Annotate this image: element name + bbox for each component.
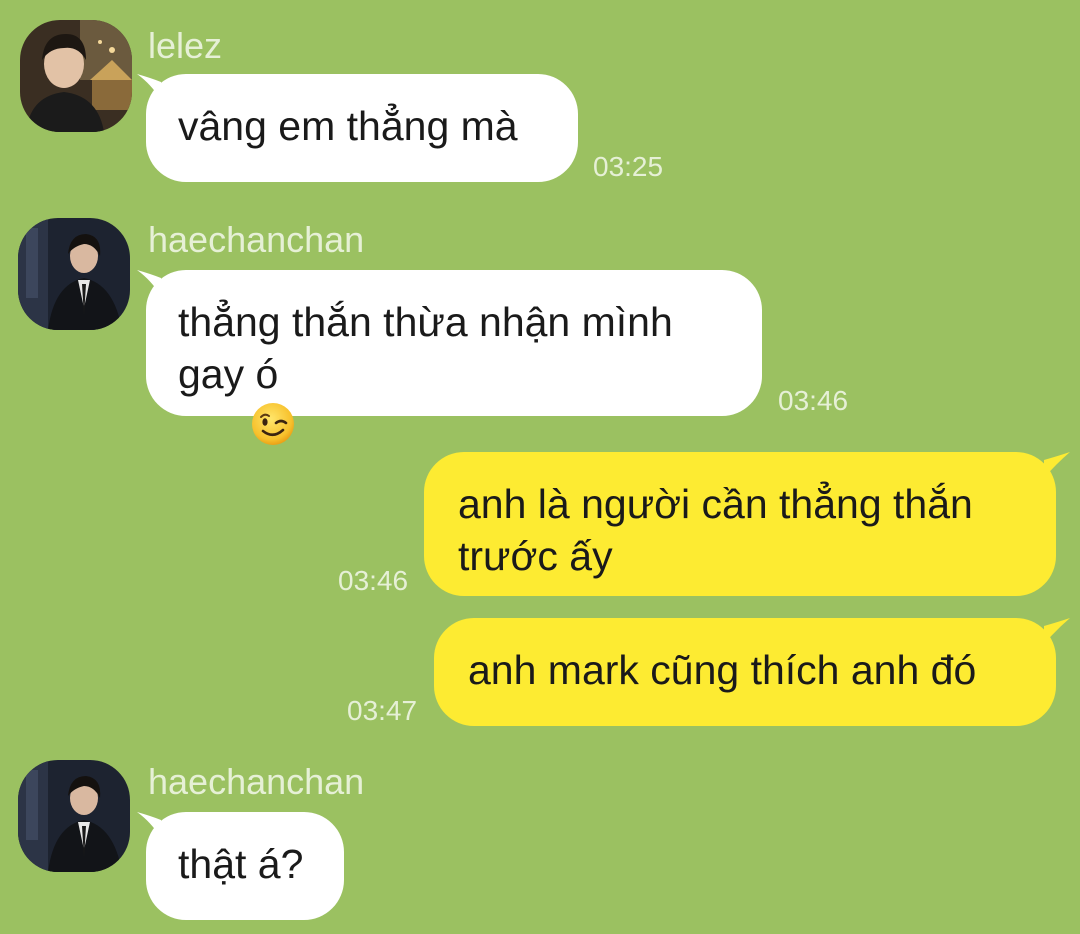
sender-name: haechanchan	[148, 761, 365, 802]
message-timestamp: 03:25	[593, 151, 664, 182]
avatar-haechanchan[interactable]	[18, 760, 130, 872]
bubble-tail	[1044, 452, 1070, 478]
message-text-line: anh là người cần thẳng thắn	[458, 481, 973, 527]
message-text: thật á?	[178, 841, 304, 887]
message-timestamp: 03:46	[338, 565, 409, 596]
message-text-line: gay ó	[178, 351, 279, 397]
message-bubble-incoming[interactable]: vâng em thẳng mà	[146, 74, 578, 182]
sender-name: haechanchan	[148, 219, 365, 260]
sender-name: lelez	[148, 25, 223, 66]
message-text-line: trước ấy	[458, 533, 613, 579]
message-bubble-incoming[interactable]: thẳng thắn thừa nhận mình gay ó	[146, 270, 762, 445]
avatar-lelez[interactable]	[20, 20, 132, 132]
bubble-tail	[1044, 618, 1070, 644]
message-bubble-incoming[interactable]: thật á?	[146, 812, 344, 920]
message-text-line: thẳng thắn thừa nhận mình	[178, 299, 673, 345]
message-text: anh mark cũng thích anh đó	[468, 647, 977, 693]
message-timestamp: 03:47	[347, 695, 418, 726]
winking-face-emoji	[252, 403, 295, 445]
avatar-haechanchan[interactable]	[18, 218, 130, 330]
message-timestamp: 03:46	[778, 385, 849, 416]
message-bubble-outgoing[interactable]: anh là người cần thẳng thắn trước ấy	[424, 452, 1056, 596]
message-text: vâng em thẳng mà	[178, 103, 518, 149]
chat-thread: lelez vâng em thẳng mà 03:25 haechanchan…	[0, 0, 1080, 934]
message-bubble-outgoing[interactable]: anh mark cũng thích anh đó	[434, 618, 1056, 726]
